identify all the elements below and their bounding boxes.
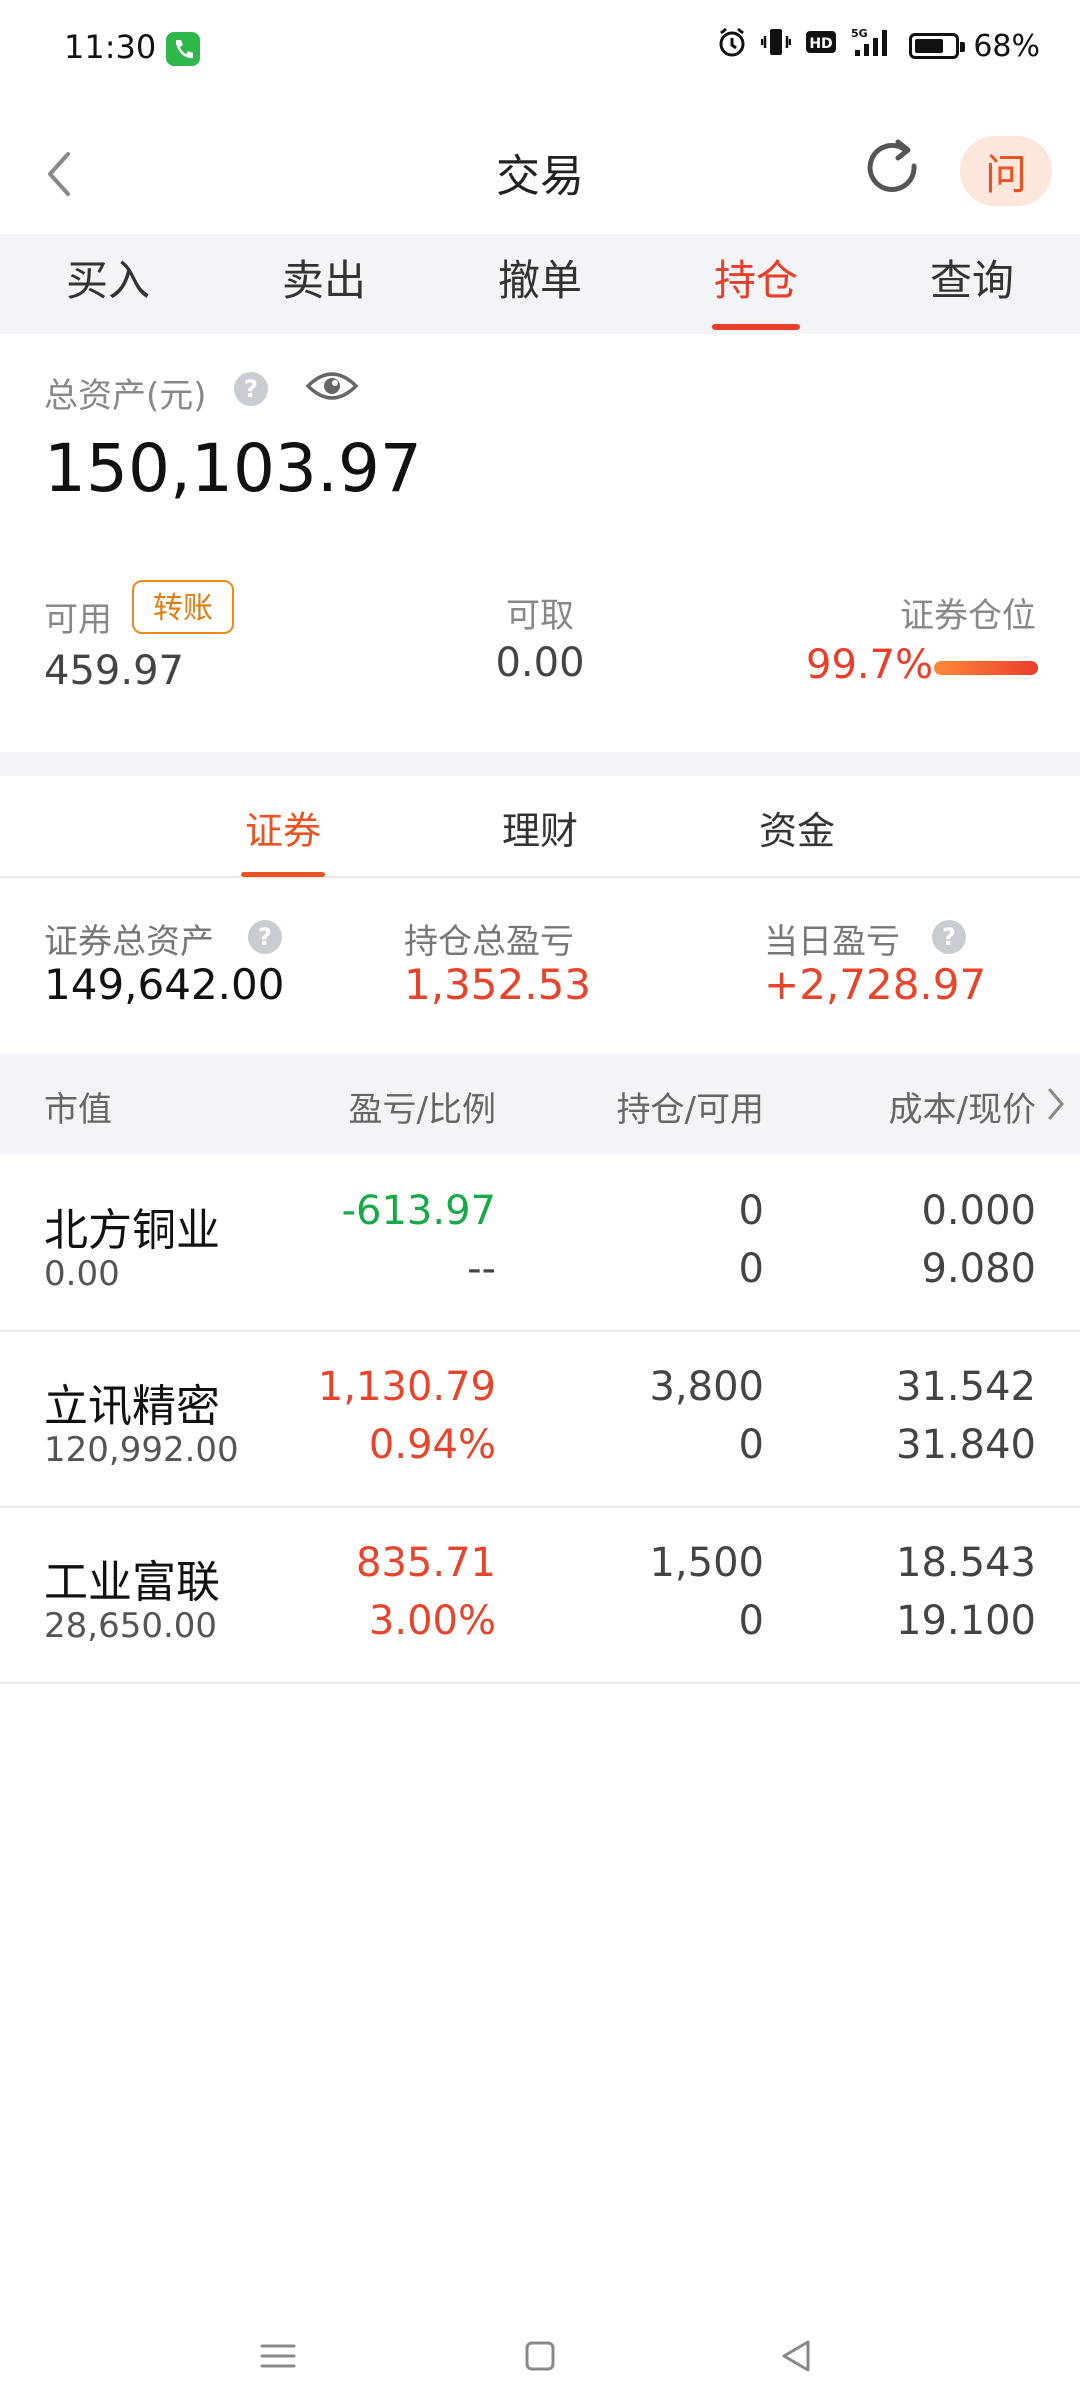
profit-loss: -613.97 (341, 1188, 496, 1234)
current-price: 31.840 (896, 1422, 1036, 1468)
tab-buy[interactable]: 买入 (0, 234, 216, 334)
market-value: 120,992.00 (44, 1430, 239, 1470)
back-triangle-icon[interactable] (766, 2326, 826, 2386)
ask-button[interactable]: 问 (960, 136, 1052, 206)
battery-percent: 68% (973, 28, 1040, 64)
status-time: 11:30 (64, 28, 157, 66)
system-nav-bar (0, 2310, 1080, 2408)
column-market-value[interactable]: 市值 (44, 1082, 112, 1131)
holding-qty: 0 (738, 1188, 764, 1234)
position-ratio-value: 99.7% (806, 642, 934, 688)
table-row[interactable]: 立讯精密 120,992.00 1,130.79 0.94% 3,800 0 3… (0, 1330, 1080, 1508)
profit-loss-ratio: 3.00% (368, 1598, 496, 1644)
battery-icon (909, 33, 966, 59)
daily-pl-value: +2,728.97 (764, 960, 987, 1009)
column-holding-available[interactable]: 持仓/可用 (617, 1082, 764, 1131)
cost-price: 18.543 (896, 1540, 1036, 1586)
securities-total-value: 149,642.00 (44, 960, 285, 1009)
phone-call-icon (166, 32, 200, 66)
current-price: 9.080 (921, 1246, 1036, 1292)
status-bar: 11:30 HD 5G 68% (0, 0, 1080, 96)
available-qty: 0 (738, 1422, 764, 1468)
table-row[interactable]: 北方铜业 0.00 -613.97 -- 0 0 0.000 9.080 (0, 1154, 1080, 1332)
signal-5g-icon: 5G (851, 26, 895, 66)
refresh-icon[interactable] (858, 134, 928, 204)
holding-pl-value: 1,352.53 (404, 960, 592, 1009)
profit-loss-ratio: 0.94% (368, 1422, 496, 1468)
section-divider (0, 752, 1080, 776)
asset-subtabs: 证券 理财 资金 (0, 776, 1080, 878)
hd-icon: HD (805, 28, 837, 64)
position-ratio-bar (934, 661, 1038, 675)
available-qty: 0 (738, 1598, 764, 1644)
current-price: 19.100 (896, 1598, 1036, 1644)
market-value: 28,650.00 (44, 1606, 218, 1646)
svg-text:5G: 5G (851, 27, 868, 40)
vibrate-icon (761, 26, 792, 66)
home-icon[interactable] (510, 2326, 570, 2386)
available-qty: 0 (738, 1246, 764, 1292)
stock-name: 立讯精密 (44, 1381, 220, 1432)
trade-tabs: 买入 卖出 撤单 持仓 查询 (0, 234, 1080, 334)
stock-name: 北方铜业 (44, 1205, 220, 1256)
tab-query[interactable]: 查询 (864, 234, 1080, 334)
profit-loss: 1,130.79 (317, 1364, 496, 1410)
cost-price: 31.542 (896, 1364, 1036, 1410)
column-pl-ratio[interactable]: 盈亏/比例 (349, 1082, 496, 1131)
cost-price: 0.000 (921, 1188, 1036, 1234)
holding-qty: 1,500 (649, 1540, 764, 1586)
market-value: 0.00 (44, 1254, 120, 1294)
holding-qty: 3,800 (649, 1364, 764, 1410)
menu-icon[interactable] (248, 2326, 308, 2386)
stock-name: 工业富联 (44, 1557, 220, 1608)
profit-loss-ratio: -- (467, 1246, 496, 1292)
svg-text:HD: HD (810, 36, 833, 52)
subtab-funds[interactable]: 资金 (697, 800, 897, 855)
subtab-securities[interactable]: 证券 (183, 800, 383, 877)
column-cost-price[interactable]: 成本/现价 (889, 1082, 1036, 1131)
total-assets-value: 150,103.97 (44, 430, 422, 507)
daily-pl-label: 当日盈亏 (764, 922, 900, 962)
holding-pl-label: 持仓总盈亏 (404, 922, 574, 962)
tab-positions[interactable]: 持仓 (648, 234, 864, 334)
tab-cancel-order[interactable]: 撤单 (432, 234, 648, 334)
help-icon[interactable]: ? (234, 372, 268, 406)
securities-total-label: 证券总资产 (44, 922, 214, 962)
chevron-right-icon[interactable] (1044, 1084, 1068, 1124)
total-assets-label: 总资产(元) (44, 376, 207, 416)
help-icon[interactable]: ? (932, 920, 966, 954)
alarm-icon (717, 26, 747, 66)
table-row[interactable]: 工业富联 28,650.00 835.71 3.00% 1,500 0 18.5… (0, 1506, 1080, 1684)
holdings-table-header: 市值 盈亏/比例 持仓/可用 成本/现价 (0, 1054, 1080, 1154)
profit-loss: 835.71 (356, 1540, 496, 1586)
tab-sell[interactable]: 卖出 (216, 234, 432, 334)
help-icon[interactable]: ? (248, 920, 282, 954)
subtab-wealth[interactable]: 理财 (440, 800, 640, 855)
eye-icon[interactable] (304, 366, 360, 406)
position-ratio-label: 证券仓位 (900, 596, 1036, 636)
app-header: 交易 问 (0, 110, 1080, 230)
